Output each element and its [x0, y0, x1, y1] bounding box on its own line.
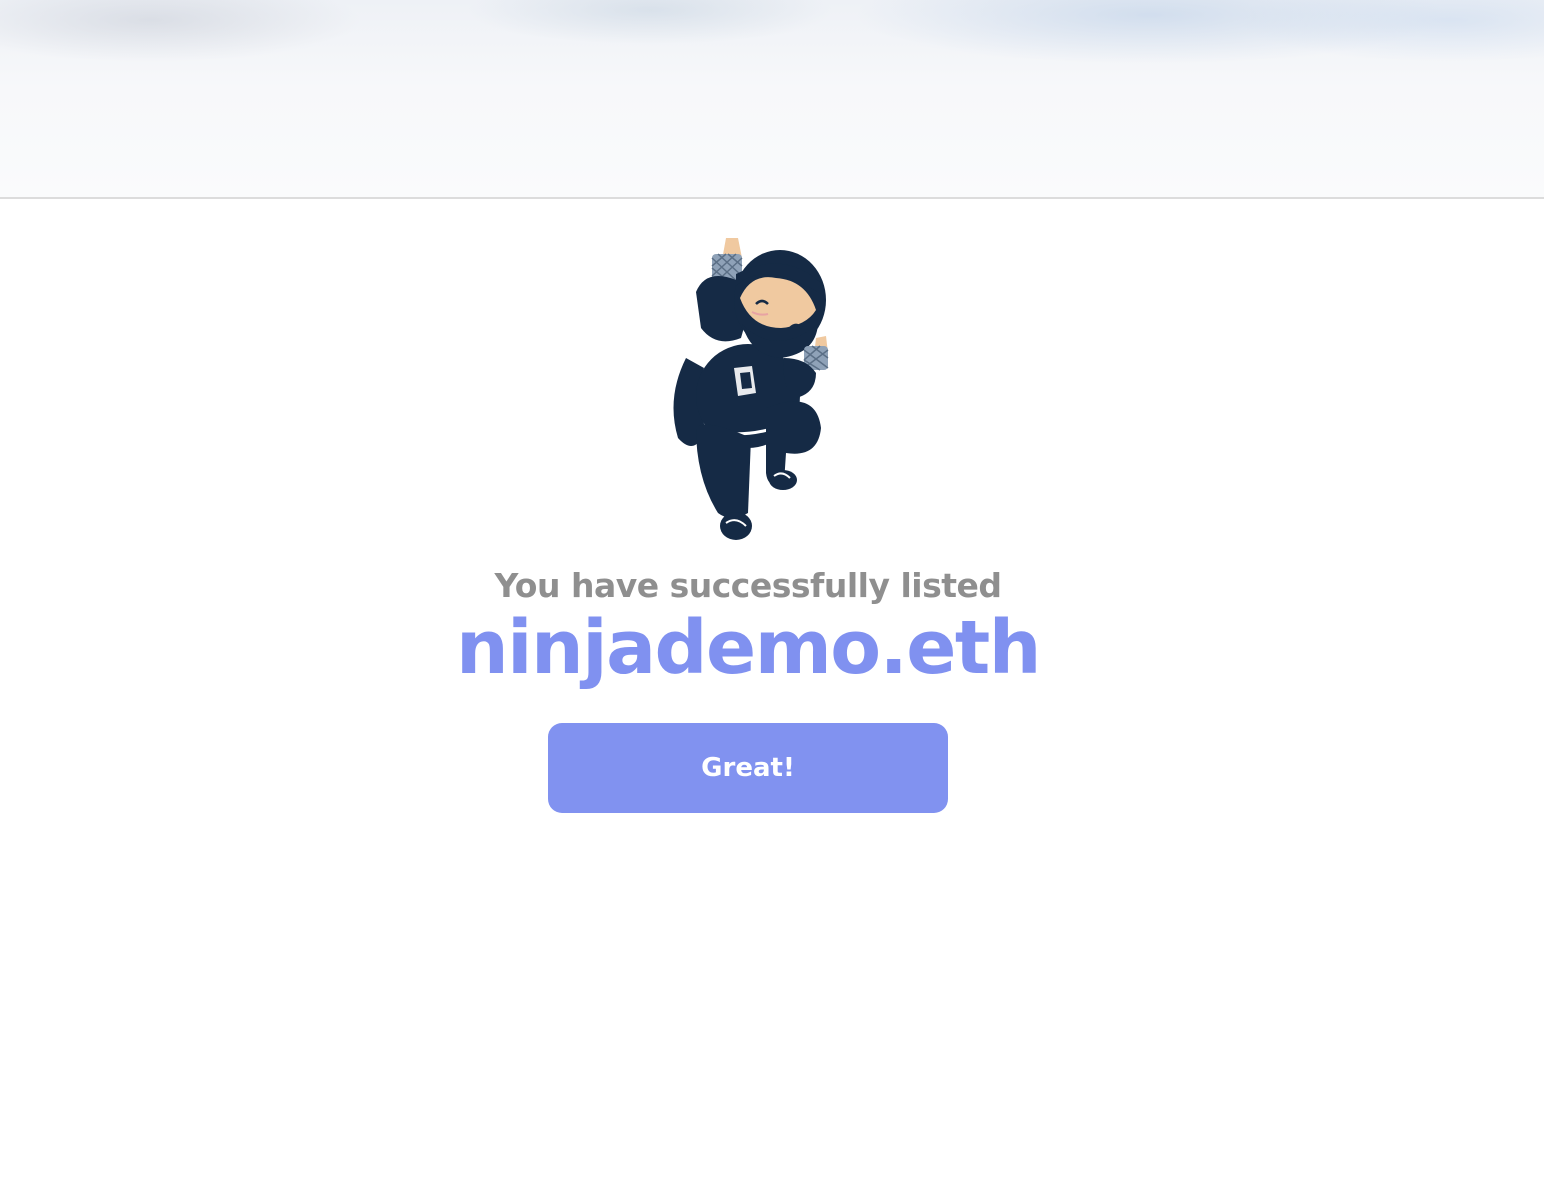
ninja-mascot-icon: [673, 238, 836, 540]
success-message: You have successfully listed: [494, 566, 1002, 605]
great-button[interactable]: Great!: [548, 723, 948, 813]
header-banner: [0, 0, 1544, 199]
listed-domain-name: ninjademo.eth: [456, 605, 1042, 691]
